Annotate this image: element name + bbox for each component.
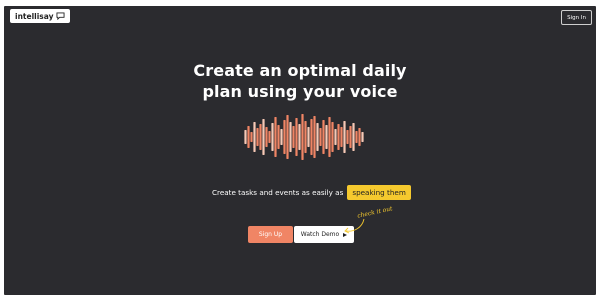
wave-bar	[355, 131, 358, 143]
wave-bar	[280, 129, 283, 145]
wave-bar	[313, 116, 316, 158]
wave-bar	[256, 128, 259, 146]
watch-demo-label: Watch Demo	[300, 231, 340, 238]
wave-bar	[253, 122, 256, 152]
wave-bar	[277, 125, 280, 149]
wave-bar	[334, 129, 337, 145]
curved-arrow-icon	[344, 218, 365, 234]
wave-bar	[304, 121, 307, 153]
logo[interactable]: intellisay	[10, 9, 71, 23]
wave-bar	[298, 124, 301, 150]
wave-bar	[247, 126, 250, 148]
wave-bar	[274, 117, 277, 157]
logo-text: intellisay	[15, 11, 54, 21]
tagline-highlight: speaking them	[347, 185, 411, 200]
wave-bar	[301, 114, 304, 160]
sign-in-button[interactable]: Sign In	[561, 10, 592, 25]
wave-bar	[295, 118, 298, 156]
wave-bar	[349, 126, 352, 148]
wave-bar	[265, 127, 268, 147]
wave-bar	[325, 125, 328, 149]
wave-bar	[271, 123, 274, 151]
tagline-text: Create tasks and events as easily as	[212, 188, 344, 197]
wave-bar	[331, 122, 334, 152]
wave-bar	[289, 122, 292, 152]
sign-up-button[interactable]: Sign Up	[248, 226, 293, 243]
wave-bar	[283, 120, 286, 154]
tagline: Create tasks and events as easily as spe…	[212, 185, 411, 200]
wave-bar	[343, 121, 346, 153]
check-it-out-annotation: check it out	[356, 205, 394, 220]
wave-bar	[358, 128, 361, 146]
page-frame: intellisay Sign In Create an optimal dai…	[4, 6, 596, 295]
wave-bar	[346, 130, 349, 144]
wave-bar	[328, 117, 331, 157]
wave-bar	[244, 130, 247, 144]
page-headline: Create an optimal daily plan using your …	[4, 60, 596, 102]
wave-bar	[259, 124, 262, 150]
wave-bar	[262, 119, 265, 155]
voice-waveform-illustration	[244, 114, 364, 160]
wave-bar	[337, 124, 340, 150]
wave-bar	[268, 131, 271, 143]
wave-bar	[319, 128, 322, 146]
wave-bar	[250, 132, 253, 142]
chat-bubble-icon	[56, 12, 65, 20]
headline-line-2: plan using your voice	[202, 82, 398, 101]
wave-bar	[340, 127, 343, 147]
wave-bar	[292, 126, 295, 148]
headline-line-1: Create an optimal daily	[193, 61, 407, 80]
wave-bar	[307, 127, 310, 147]
wave-bar	[310, 119, 313, 155]
wave-bar	[361, 132, 364, 142]
wave-bar	[352, 123, 355, 151]
wave-bar	[316, 123, 319, 151]
wave-bar	[286, 115, 289, 159]
wave-bar	[322, 120, 325, 154]
